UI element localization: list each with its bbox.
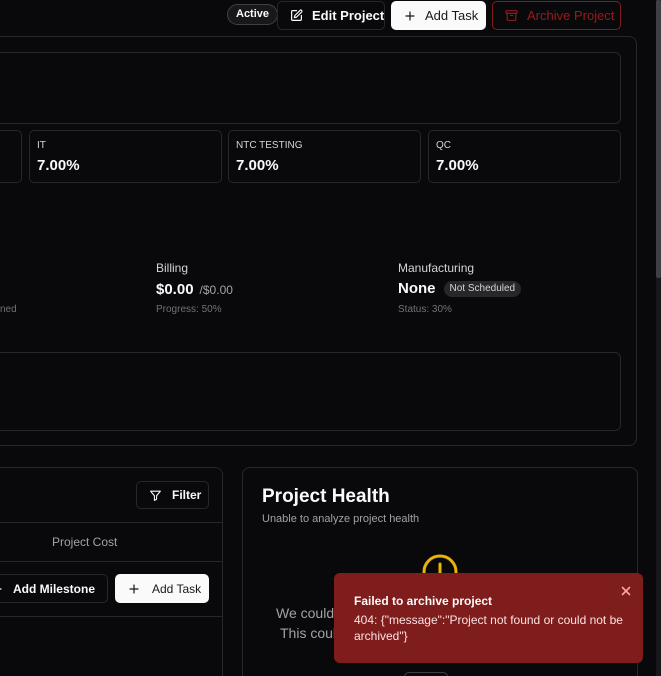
- archive-icon: [505, 9, 518, 23]
- project-health-subtitle: Unable to analyze project health: [262, 513, 420, 525]
- department-name: QC: [436, 140, 451, 151]
- close-icon[interactable]: [621, 583, 631, 601]
- plus-icon: [0, 582, 3, 596]
- filter-icon: [149, 488, 162, 502]
- department-card: QC 7.00%: [428, 130, 621, 183]
- edit-project-label: Edit Project: [312, 8, 385, 23]
- scrollbar-thumb[interactable]: [656, 0, 661, 278]
- retry-button[interactable]: [404, 672, 448, 676]
- project-health-title: Project Health: [262, 486, 390, 507]
- notes-box: [0, 352, 621, 431]
- divider: [0, 616, 223, 617]
- billing-total: /$0.00: [199, 283, 233, 297]
- plus-icon: [128, 582, 140, 596]
- department-card: IT 7.00%: [29, 130, 222, 183]
- department-card-partial: [0, 130, 22, 183]
- billing-values: $0.00 /$0.00: [156, 281, 233, 298]
- filter-button[interactable]: Filter: [136, 481, 209, 509]
- manufacturing-value: None: [398, 280, 436, 297]
- divider: [0, 561, 223, 562]
- department-value: 7.00%: [37, 157, 80, 174]
- toast-title: Failed to archive project: [354, 594, 493, 608]
- divider: [0, 522, 223, 523]
- billing-amount: $0.00: [156, 281, 194, 298]
- department-card: NTC TESTING 7.00%: [228, 130, 421, 183]
- status-badge: Active: [227, 4, 279, 25]
- partial-stat-sub: ned: [0, 304, 17, 315]
- department-value: 7.00%: [236, 157, 279, 174]
- billing-progress: Progress: 50%: [156, 304, 222, 315]
- add-task-label: Add Task: [425, 8, 479, 23]
- description-box: [0, 52, 621, 124]
- partial-stat-value: [0, 282, 2, 294]
- billing-label: Billing: [156, 261, 189, 275]
- department-name: NTC TESTING: [236, 140, 303, 151]
- add-task-row-button[interactable]: Add Task: [115, 574, 209, 603]
- error-toast: Failed to archive project 404: {"message…: [334, 573, 643, 663]
- department-value: 7.00%: [436, 157, 479, 174]
- manufacturing-status-badge: Not Scheduled: [443, 280, 522, 297]
- edit-project-button[interactable]: Edit Project: [277, 1, 385, 30]
- filter-label: Filter: [172, 488, 202, 502]
- add-milestone-label: Add Milestone: [12, 581, 95, 596]
- manufacturing-values: None Not Scheduled: [398, 280, 522, 297]
- toast-message: 404: {"message":"Project not found or co…: [354, 613, 623, 643]
- manufacturing-label: Manufacturing: [398, 261, 475, 275]
- department-name: IT: [37, 140, 46, 151]
- archive-project-button[interactable]: Archive Project: [492, 1, 621, 30]
- plus-icon: [404, 9, 416, 23]
- add-milestone-button[interactable]: Add Milestone: [0, 574, 108, 603]
- column-project-cost: Project Cost: [52, 535, 118, 549]
- add-task-row-label: Add Task: [152, 581, 202, 596]
- add-task-button[interactable]: Add Task: [391, 1, 486, 30]
- health-message-line2: This coul: [280, 625, 337, 641]
- archive-project-label: Archive Project: [527, 8, 615, 23]
- health-message-line1: We couldn: [276, 605, 342, 621]
- manufacturing-status: Status: 30%: [398, 304, 452, 315]
- edit-icon: [290, 9, 303, 23]
